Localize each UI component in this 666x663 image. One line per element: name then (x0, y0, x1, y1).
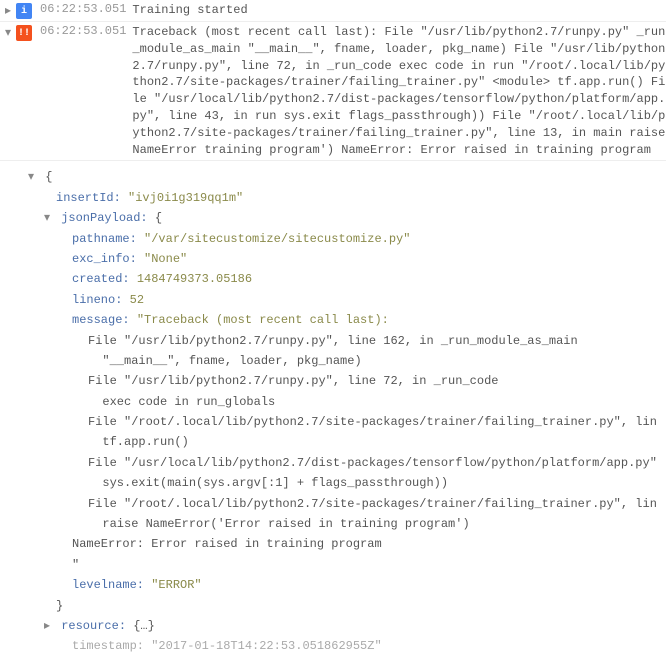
json-field-jsonpayload[interactable]: ▾ jsonPayload: { (40, 208, 666, 228)
log-row[interactable]: ▸ i 06:22:53.051 Training started (0, 0, 666, 22)
traceback-line: File "/usr/lib/python2.7/runpy.py", line… (40, 371, 666, 391)
json-brace: } (40, 596, 666, 616)
json-field-resource[interactable]: ▸ resource: {…} (40, 616, 666, 636)
json-field-pathname[interactable]: pathname: "/var/sitecustomize/sitecustom… (40, 229, 666, 249)
json-field-insertid[interactable]: insertId: "ivj0i1g319qq1m" (40, 188, 666, 208)
json-field-timestamp[interactable]: timestamp: "2017-01-18T14:22:53.05186295… (40, 636, 666, 656)
traceback-line: File "/root/.local/lib/python2.7/site-pa… (40, 412, 666, 432)
info-icon: i (16, 3, 32, 19)
traceback-line: raise NameError('Error raised in trainin… (40, 514, 666, 534)
traceback-line: " (40, 555, 666, 575)
traceback-line: tf.app.run() (40, 432, 666, 452)
log-message: Training started (132, 2, 666, 19)
log-row[interactable]: ▾ !! 06:22:53.051 Traceback (most recent… (0, 22, 666, 161)
json-brace: ▾ { (40, 167, 666, 187)
log-timestamp: 06:22:53.051 (40, 2, 132, 16)
caret-down-icon[interactable]: ▾ (28, 167, 38, 187)
error-icon: !! (16, 25, 32, 41)
caret-right-icon[interactable]: ▸ (44, 616, 54, 636)
traceback-line: File "/usr/lib/python2.7/runpy.py", line… (40, 331, 666, 351)
traceback-line: exec code in run_globals (40, 392, 666, 412)
expand-toggle[interactable]: ▸ (0, 2, 16, 18)
json-field-message[interactable]: message: "Traceback (most recent call la… (40, 310, 666, 330)
log-message: Traceback (most recent call last): File … (132, 24, 666, 158)
json-field-created[interactable]: created: 1484749373.05186 (40, 269, 666, 289)
traceback-line: "__main__", fname, loader, pkg_name) (40, 351, 666, 371)
caret-down-icon[interactable]: ▾ (44, 208, 54, 228)
json-field-excinfo[interactable]: exc_info: "None" (40, 249, 666, 269)
json-field-lineno[interactable]: lineno: 52 (40, 290, 666, 310)
expand-toggle[interactable]: ▾ (0, 24, 16, 40)
log-timestamp: 06:22:53.051 (40, 24, 132, 38)
traceback-line: NameError: Error raised in training prog… (40, 534, 666, 554)
traceback-line: File "/usr/local/lib/python2.7/dist-pack… (40, 453, 666, 473)
traceback-line: sys.exit(main(sys.argv[:1] + flags_passt… (40, 473, 666, 493)
traceback-line: File "/root/.local/lib/python2.7/site-pa… (40, 494, 666, 514)
log-detail: ▾ { insertId: "ivj0i1g319qq1m" ▾ jsonPay… (0, 161, 666, 662)
